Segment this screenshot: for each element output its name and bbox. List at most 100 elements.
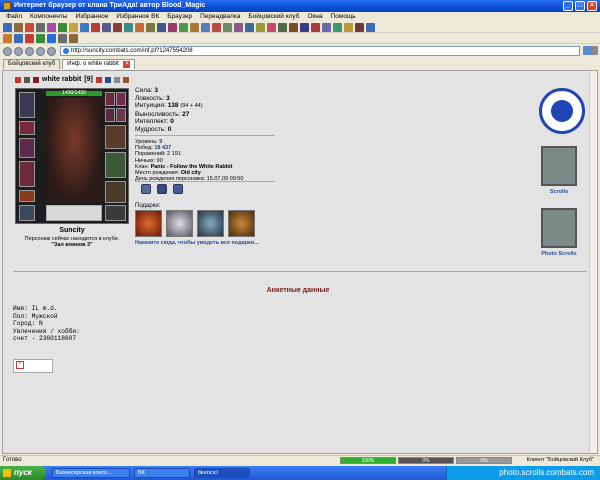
taskbar-item[interactable]: bkencicl — [194, 468, 250, 478]
photo-scrolls-link[interactable]: Photo Scrolls — [534, 251, 584, 257]
toolbar-icon[interactable] — [3, 22, 12, 32]
toolbar-icon[interactable] — [14, 33, 23, 43]
toolbar-icon[interactable] — [223, 22, 232, 32]
scrolls-link[interactable]: Scrolls — [534, 189, 584, 195]
toolbar-icon[interactable] — [311, 22, 320, 32]
belt-slot[interactable] — [19, 190, 35, 202]
menu-favorites-vk[interactable]: Избранное ВК — [112, 12, 163, 22]
back-icon[interactable] — [3, 46, 12, 56]
toolbar-icon[interactable] — [190, 22, 199, 32]
toolbar-icon[interactable] — [322, 22, 331, 32]
menu-fight-club[interactable]: Бойцовский клуб — [244, 12, 303, 22]
stop-icon[interactable] — [25, 46, 34, 56]
dropdown-icon[interactable] — [591, 46, 598, 55]
profile-icon[interactable] — [113, 76, 120, 83]
home-icon[interactable] — [47, 46, 56, 56]
toolbar-icon[interactable] — [234, 22, 243, 32]
menu-windows[interactable]: Окна — [303, 12, 326, 22]
tab-info-white-rabbit[interactable]: Инф. о white rabbit × — [62, 59, 136, 69]
leggings-slot[interactable] — [105, 181, 126, 203]
gift-icon[interactable] — [135, 210, 162, 237]
earring-slot[interactable] — [19, 121, 35, 135]
boots-slot[interactable] — [105, 205, 126, 221]
shield-slot[interactable] — [105, 152, 126, 178]
toolbar-icon[interactable] — [333, 22, 342, 32]
menu-file[interactable]: Файл — [2, 12, 26, 22]
necklace-slot[interactable] — [19, 138, 35, 158]
toolbar-icon[interactable] — [278, 22, 287, 32]
gift-icon[interactable] — [228, 210, 255, 237]
toolbar-icon[interactable] — [212, 22, 221, 32]
info-icon[interactable] — [95, 76, 102, 83]
menu-favorites[interactable]: Избранное — [71, 12, 112, 22]
toolbar-icon[interactable] — [25, 22, 34, 32]
toolbar-icon[interactable] — [300, 22, 309, 32]
start-button[interactable]: пуск — [0, 466, 46, 480]
toolbar-icon[interactable] — [124, 22, 133, 32]
toolbar-icon[interactable] — [25, 33, 34, 43]
pen-icon[interactable] — [122, 76, 129, 83]
toolbar-icon[interactable] — [135, 22, 144, 32]
ring-slot[interactable] — [105, 92, 115, 106]
toolbar-icon[interactable] — [47, 33, 56, 43]
toolbar-icon[interactable] — [344, 22, 353, 32]
vertical-scrollbar[interactable] — [589, 71, 597, 453]
toolbar-icon[interactable] — [47, 22, 56, 32]
toolbar-icon[interactable] — [201, 22, 210, 32]
toolbar-icon[interactable] — [36, 22, 45, 32]
scrolls-banner-icon[interactable] — [541, 146, 577, 186]
ring-slot[interactable] — [116, 92, 126, 106]
toolbar-icon[interactable] — [157, 22, 166, 32]
toolbar-icon[interactable] — [179, 22, 188, 32]
url-input[interactable]: http://suncity.combats.com/inf.pl?124755… — [60, 46, 580, 56]
combats-logo[interactable] — [539, 88, 585, 134]
gloves-slot[interactable] — [105, 125, 126, 149]
toolbar-icon[interactable] — [58, 33, 67, 43]
boots-slot[interactable] — [19, 205, 35, 221]
toolbar-icon[interactable] — [267, 22, 276, 32]
toolbar-icon[interactable] — [256, 22, 265, 32]
toolbar-icon[interactable] — [289, 22, 298, 32]
medal-icon[interactable] — [173, 184, 183, 194]
toolbar-icon[interactable] — [168, 22, 177, 32]
hp-bar: 1430/1430 — [46, 91, 102, 96]
gift-icon[interactable] — [197, 210, 224, 237]
toolbar-icon[interactable] — [355, 22, 364, 32]
taskbar-item[interactable]: Бизнесерская конто... — [52, 468, 130, 478]
tab-close-icon[interactable]: × — [123, 61, 131, 68]
photo-scrolls-banner-icon[interactable] — [541, 208, 577, 248]
minimize-button[interactable]: _ — [563, 1, 573, 11]
toolbar-icon[interactable] — [113, 22, 122, 32]
menu-pereadvalka[interactable]: Переадвалка — [196, 12, 244, 22]
info-icon[interactable] — [104, 76, 111, 83]
toolbar-icon[interactable] — [366, 22, 375, 32]
helmet-slot[interactable] — [19, 92, 35, 118]
medal-icon[interactable] — [157, 184, 167, 194]
toolbar-icon[interactable] — [80, 22, 89, 32]
toolbar-icon[interactable] — [69, 22, 78, 32]
toolbar-icon[interactable] — [146, 22, 155, 32]
gift-icon[interactable] — [166, 210, 193, 237]
ring-slot[interactable] — [105, 108, 115, 122]
toolbar-icon[interactable] — [91, 22, 100, 32]
menu-components[interactable]: Компоненты — [26, 12, 71, 22]
weapon-slot[interactable] — [19, 161, 35, 187]
maximize-button[interactable]: □ — [575, 1, 585, 11]
forward-icon[interactable] — [14, 46, 23, 56]
toolbar-icon[interactable] — [3, 33, 12, 43]
toolbar-icon[interactable] — [245, 22, 254, 32]
taskbar-item[interactable]: ВК — [134, 468, 190, 478]
menu-help[interactable]: Помощь — [327, 12, 360, 22]
all-gifts-link[interactable]: Нажмите сюда, чтобы увидеть все подарки.… — [135, 240, 259, 246]
toolbar-icon[interactable] — [69, 33, 78, 43]
toolbar-icon[interactable] — [58, 22, 67, 32]
medal-icon[interactable] — [141, 184, 151, 194]
close-button[interactable]: × — [587, 1, 597, 11]
menu-browser[interactable]: Браузер — [163, 12, 196, 22]
toolbar-icon[interactable] — [14, 22, 23, 32]
tab-fight-club[interactable]: Бойцовский клуб — [3, 59, 61, 69]
toolbar-icon[interactable] — [102, 22, 111, 32]
refresh-icon[interactable] — [36, 46, 45, 56]
ring-slot[interactable] — [116, 108, 126, 122]
toolbar-icon[interactable] — [36, 33, 45, 43]
